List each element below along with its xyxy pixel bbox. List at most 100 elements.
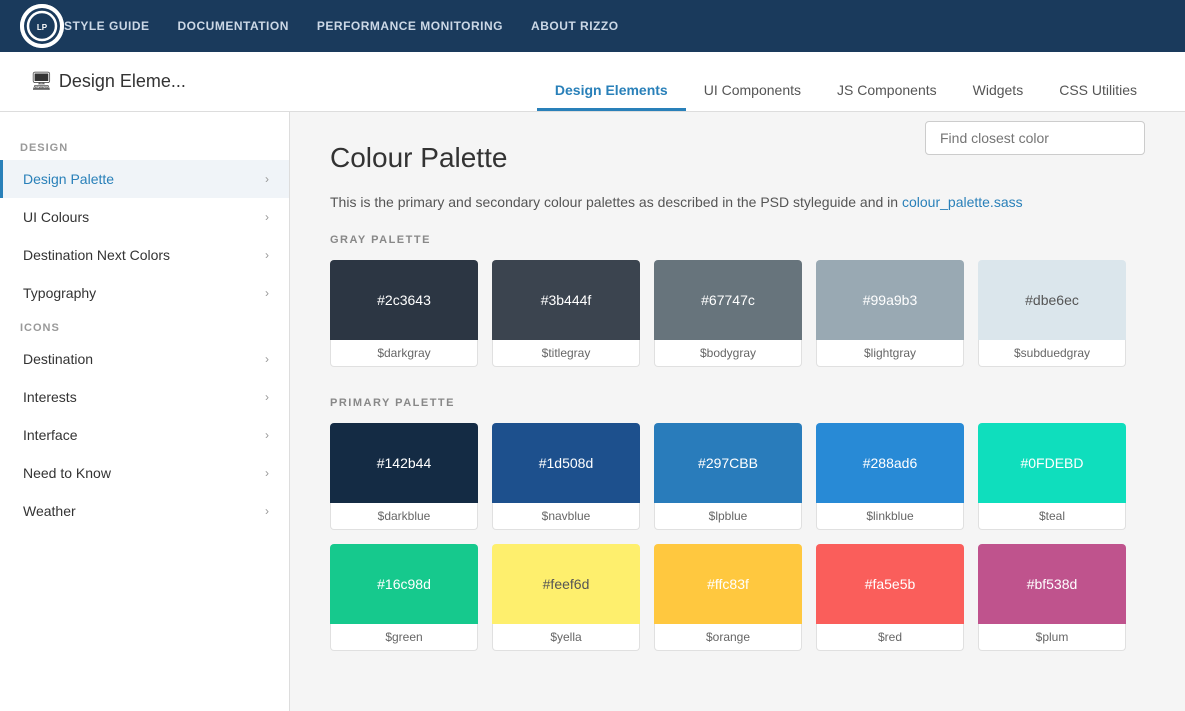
sidebar-item-design-palette[interactable]: Design Palette › — [0, 160, 289, 198]
top-navigation: LP STYLE GUIDE DOCUMENTATION PERFORMANCE… — [0, 0, 1185, 52]
color-box-green: #16c98d — [330, 544, 478, 624]
color-box-yella: #feef6d — [492, 544, 640, 624]
content-header-row: Colour Palette — [330, 142, 1145, 184]
color-swatch-yella: #feef6d $yella — [492, 544, 640, 651]
color-swatch-linkblue: #288ad6 $linkblue — [816, 423, 964, 530]
chevron-icon: › — [265, 172, 269, 186]
color-box-plum: #bf538d — [978, 544, 1126, 624]
nav-about-rizzo[interactable]: ABOUT RIZZO — [531, 19, 619, 33]
sidebar-section-design-label: DESIGN — [0, 132, 289, 160]
sidebar-item-ui-colours[interactable]: UI Colours › — [0, 198, 289, 236]
color-label-bodygray: $bodygray — [654, 340, 802, 367]
chevron-icon: › — [265, 504, 269, 518]
color-label-titlegray: $titlegray — [492, 340, 640, 367]
gray-palette-row: #2c3643 $darkgray #3b444f $titlegray #67… — [330, 260, 1145, 367]
sidebar-item-typography-label: Typography — [23, 285, 96, 301]
color-swatch-darkgray: #2c3643 $darkgray — [330, 260, 478, 367]
color-label-lightgray: $lightgray — [816, 340, 964, 367]
primary-palette-row-2: #16c98d $green #feef6d $yella #ffc83f $o… — [330, 544, 1145, 651]
color-box-lpblue: #297CBB — [654, 423, 802, 503]
color-box-red: #fa5e5b — [816, 544, 964, 624]
sidebar-item-weather[interactable]: Weather › — [0, 492, 289, 530]
primary-palette-section: PRIMARY PALETTE #142b44 $darkblue #1d508… — [330, 397, 1145, 651]
color-box-darkgray: #2c3643 — [330, 260, 478, 340]
page-title: Colour Palette — [330, 142, 507, 174]
primary-palette-row: #142b44 $darkblue #1d508d $navblue #297C… — [330, 423, 1145, 530]
header-tabs: Design Elements UI Components JS Compone… — [537, 52, 1155, 111]
sidebar-item-interface[interactable]: Interface › — [0, 416, 289, 454]
tab-ui-components[interactable]: UI Components — [686, 74, 819, 111]
tab-css-utilities[interactable]: CSS Utilities — [1041, 74, 1155, 111]
nav-performance-monitoring[interactable]: PERFORMANCE MONITORING — [317, 19, 503, 33]
sidebar-item-design-palette-label: Design Palette — [23, 171, 114, 187]
color-label-linkblue: $linkblue — [816, 503, 964, 530]
find-color-input[interactable] — [925, 121, 1145, 155]
sidebar-item-typography[interactable]: Typography › — [0, 274, 289, 312]
nav-style-guide[interactable]: STYLE GUIDE — [64, 19, 150, 33]
svg-text:LP: LP — [37, 23, 48, 32]
chevron-icon: › — [265, 428, 269, 442]
sidebar-item-dest-next-label: Destination Next Colors — [23, 247, 170, 263]
primary-palette-label: PRIMARY PALETTE — [330, 397, 1145, 409]
chevron-icon: › — [265, 466, 269, 480]
page-description-text: This is the primary and secondary colour… — [330, 194, 898, 210]
color-swatch-lpblue: #297CBB $lpblue — [654, 423, 802, 530]
main-layout: DESIGN Design Palette › UI Colours › Des… — [0, 112, 1185, 711]
sidebar-item-weather-label: Weather — [23, 503, 76, 519]
color-label-subduedgray: $subduedgray — [978, 340, 1126, 367]
color-swatch-titlegray: #3b444f $titlegray — [492, 260, 640, 367]
color-swatch-bodygray: #67747c $bodygray — [654, 260, 802, 367]
color-label-lpblue: $lpblue — [654, 503, 802, 530]
tab-design-elements[interactable]: Design Elements — [537, 74, 686, 111]
sidebar-item-destination[interactable]: Destination › — [0, 340, 289, 378]
sidebar-item-destination-next-colors[interactable]: Destination Next Colors › — [0, 236, 289, 274]
logo[interactable]: LP — [20, 4, 64, 48]
chevron-icon: › — [265, 390, 269, 404]
color-box-darkblue: #142b44 — [330, 423, 478, 503]
color-swatch-navblue: #1d508d $navblue — [492, 423, 640, 530]
color-swatch-green: #16c98d $green — [330, 544, 478, 651]
chevron-icon: › — [265, 248, 269, 262]
sidebar-item-need-to-know-label: Need to Know — [23, 465, 111, 481]
color-swatch-lightgray: #99a9b3 $lightgray — [816, 260, 964, 367]
sidebar-item-interests[interactable]: Interests › — [0, 378, 289, 416]
sidebar-item-destination-label: Destination — [23, 351, 93, 367]
nav-documentation[interactable]: DOCUMENTATION — [178, 19, 289, 33]
chevron-icon: › — [265, 286, 269, 300]
color-box-linkblue: #288ad6 — [816, 423, 964, 503]
gray-palette-label: GRAY PALETTE — [330, 234, 1145, 246]
color-box-lightgray: #99a9b3 — [816, 260, 964, 340]
color-swatch-plum: #bf538d $plum — [978, 544, 1126, 651]
gray-palette-section: GRAY PALETTE #2c3643 $darkgray #3b444f $… — [330, 234, 1145, 367]
color-swatch-teal: #0FDEBD $teal — [978, 423, 1126, 530]
color-swatch-subduedgray: #dbe6ec $subduedgray — [978, 260, 1126, 367]
color-box-bodygray: #67747c — [654, 260, 802, 340]
sidebar-item-interface-label: Interface — [23, 427, 77, 443]
tab-widgets[interactable]: Widgets — [955, 74, 1042, 111]
header-title-text: Design Eleme... — [59, 71, 186, 92]
content-area: Colour Palette This is the primary and s… — [290, 112, 1185, 711]
colour-palette-sass-link[interactable]: colour_palette.sass — [902, 194, 1023, 210]
color-swatch-darkblue: #142b44 $darkblue — [330, 423, 478, 530]
color-box-subduedgray: #dbe6ec — [978, 260, 1126, 340]
color-box-orange: #ffc83f — [654, 544, 802, 624]
color-box-navblue: #1d508d — [492, 423, 640, 503]
color-swatch-orange: #ffc83f $orange — [654, 544, 802, 651]
page-description: This is the primary and secondary colour… — [330, 194, 1145, 210]
sidebar-item-ui-colours-label: UI Colours — [23, 209, 89, 225]
color-label-plum: $plum — [978, 624, 1126, 651]
top-nav-links: STYLE GUIDE DOCUMENTATION PERFORMANCE MO… — [64, 19, 619, 33]
color-swatch-red: #fa5e5b $red — [816, 544, 964, 651]
sidebar-section-icons-label: ICONS — [0, 312, 289, 340]
color-label-darkblue: $darkblue — [330, 503, 478, 530]
color-box-teal: #0FDEBD — [978, 423, 1126, 503]
chevron-icon: › — [265, 352, 269, 366]
sidebar-item-need-to-know[interactable]: Need to Know › — [0, 454, 289, 492]
tab-js-components[interactable]: JS Components — [819, 74, 955, 111]
color-label-green: $green — [330, 624, 478, 651]
sidebar: DESIGN Design Palette › UI Colours › Des… — [0, 112, 290, 711]
chevron-icon: › — [265, 210, 269, 224]
sidebar-item-interests-label: Interests — [23, 389, 77, 405]
color-label-yella: $yella — [492, 624, 640, 651]
color-box-titlegray: #3b444f — [492, 260, 640, 340]
